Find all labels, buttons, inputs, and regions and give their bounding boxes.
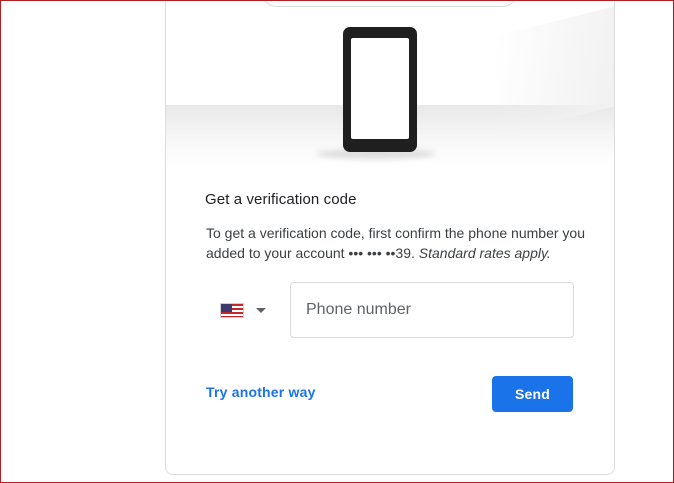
phone-illustration xyxy=(166,1,614,166)
smartphone-icon xyxy=(343,27,417,152)
rates-note: Standard rates apply. xyxy=(418,245,551,261)
smartphone-screen xyxy=(351,38,409,139)
chevron-down-icon xyxy=(256,307,266,313)
verification-description: To get a verification code, first confir… xyxy=(206,223,586,263)
us-flag-icon xyxy=(220,302,244,318)
flag-canton xyxy=(221,303,232,312)
page-title: Get a verification code xyxy=(205,191,357,208)
country-code-selector[interactable] xyxy=(220,298,280,322)
phone-number-input[interactable] xyxy=(290,282,574,338)
try-another-way-link[interactable]: Try another way xyxy=(206,384,316,400)
send-button[interactable]: Send xyxy=(492,376,573,412)
